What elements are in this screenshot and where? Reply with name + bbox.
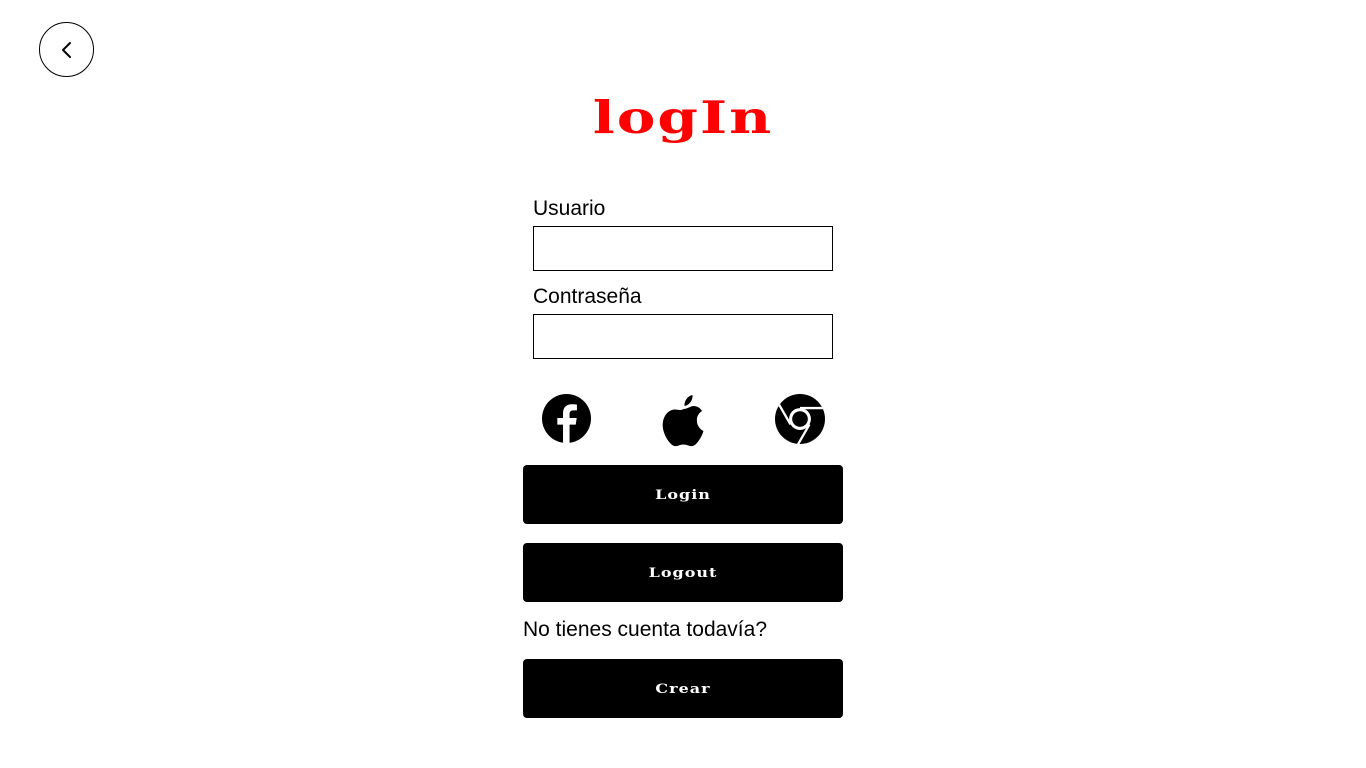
apple-icon[interactable] [659,394,708,448]
create-button-label: Crear [655,680,711,697]
back-button[interactable] [39,22,94,77]
password-input[interactable] [533,314,833,359]
logout-button-label: Logout [648,564,718,581]
logo-title: logIn [592,90,774,144]
login-form: Usuario Contraseña [533,196,833,359]
signup-prompt: No tienes cuenta todavía? [523,618,768,641]
username-input[interactable] [533,226,833,271]
password-label: Contraseña [533,285,642,308]
logout-button[interactable]: Logout [523,543,843,602]
login-button-label: Login [655,486,711,503]
login-button[interactable]: Login [523,465,843,524]
facebook-icon[interactable] [542,394,591,443]
username-label: Usuario [533,197,606,220]
create-account-button[interactable]: Crear [523,659,843,718]
chevron-left-icon [61,41,71,58]
chrome-icon[interactable] [775,394,825,444]
